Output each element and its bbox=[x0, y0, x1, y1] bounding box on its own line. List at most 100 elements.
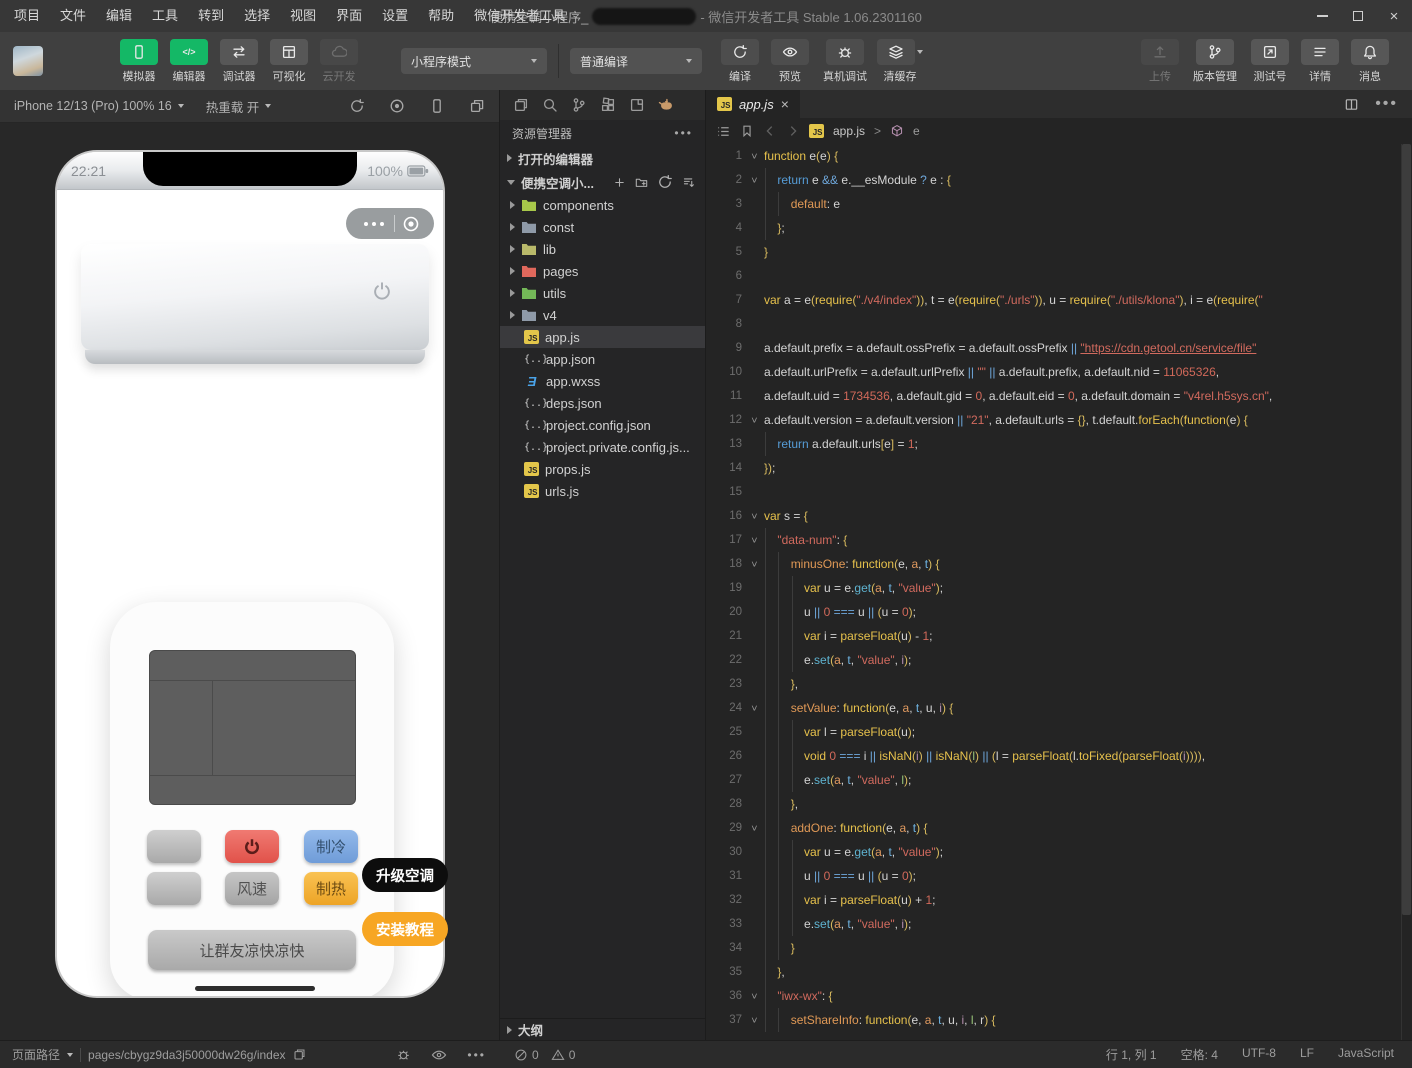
mode-button-编辑器[interactable]: </>编辑器 bbox=[165, 39, 213, 84]
tree-item-project-private-config-js-[interactable]: {..}project.private.config.js... bbox=[500, 436, 705, 458]
collapse-icon[interactable] bbox=[682, 174, 695, 190]
float-button-升级空调[interactable]: 升级空调 bbox=[362, 858, 448, 892]
compile-select[interactable]: 普通编译 bbox=[570, 48, 702, 74]
debug-bug-icon[interactable] bbox=[396, 1047, 411, 1062]
menu-item-6[interactable]: 视图 bbox=[280, 0, 326, 32]
menu-item-1[interactable]: 文件 bbox=[50, 0, 96, 32]
code-line[interactable]: 32 var i = parseFloat(u) + 1; bbox=[706, 888, 1412, 912]
fold-marker[interactable]: > bbox=[742, 816, 764, 840]
code-line[interactable]: 5} bbox=[706, 240, 1412, 264]
code-line[interactable]: 10a.default.urlPrefix = a.default.urlPre… bbox=[706, 360, 1412, 384]
code-line[interactable]: 25 var l = parseFloat(u); bbox=[706, 720, 1412, 744]
code-line[interactable]: 22 e.set(a, t, "value", i); bbox=[706, 648, 1412, 672]
code-line[interactable]: 26 void 0 === i || isNaN(i) || isNaN(l) … bbox=[706, 744, 1412, 768]
open-editors-section[interactable]: 打开的编辑器 bbox=[500, 146, 705, 170]
new-folder-icon[interactable] bbox=[635, 174, 648, 190]
fold-marker[interactable]: > bbox=[742, 168, 764, 192]
tree-item-app-js[interactable]: JSapp.js bbox=[500, 326, 705, 348]
blank-button[interactable] bbox=[147, 830, 201, 863]
action-button-清缓存[interactable]: 清缓存 bbox=[876, 39, 924, 84]
tree-item-lib[interactable]: lib bbox=[500, 238, 705, 260]
phone-icon[interactable] bbox=[429, 98, 445, 114]
code-line[interactable]: 28 }, bbox=[706, 792, 1412, 816]
action-button-编译[interactable]: 编译 bbox=[716, 39, 764, 84]
miniprogram-capsule[interactable] bbox=[346, 208, 434, 239]
tree-item-app-json[interactable]: {..}app.json bbox=[500, 348, 705, 370]
editor-scrollbar[interactable] bbox=[1401, 144, 1412, 1040]
branch-icon[interactable] bbox=[571, 97, 587, 113]
code-line[interactable]: 18> minusOne: function(e, a, t) { bbox=[706, 552, 1412, 576]
code-line[interactable]: 14}); bbox=[706, 456, 1412, 480]
code-line[interactable]: 16>var s = { bbox=[706, 504, 1412, 528]
tree-item-components[interactable]: components bbox=[500, 194, 705, 216]
code-line[interactable]: 8 bbox=[706, 312, 1412, 336]
maximize-button[interactable] bbox=[1340, 0, 1376, 32]
share-button[interactable]: 让群友凉快凉快 bbox=[148, 930, 356, 970]
tree-item-urls-js[interactable]: JSurls.js bbox=[500, 480, 705, 502]
fold-marker[interactable]: > bbox=[742, 552, 764, 576]
refresh-icon[interactable] bbox=[657, 174, 673, 190]
code-line[interactable]: 36> "iwx-wx": { bbox=[706, 984, 1412, 1008]
extensions-icon[interactable] bbox=[600, 97, 616, 113]
tree-item-utils[interactable]: utils bbox=[500, 282, 705, 304]
tree-item-project-config-json[interactable]: {..}project.config.json bbox=[500, 414, 705, 436]
action-button-详情[interactable]: 详情 bbox=[1296, 39, 1344, 84]
code-line[interactable]: 6 bbox=[706, 264, 1412, 288]
window2-icon[interactable] bbox=[629, 97, 645, 113]
code-line[interactable]: 7var a = e(require("./v4/index")), t = e… bbox=[706, 288, 1412, 312]
mode-button-调试器[interactable]: 调试器 bbox=[215, 39, 263, 84]
breadcrumb-file[interactable]: app.js bbox=[833, 124, 865, 138]
device-select[interactable]: iPhone 12/13 (Pro) 100% 16 bbox=[14, 99, 172, 113]
menu-item-0[interactable]: 项目 bbox=[4, 0, 50, 32]
bookmark-icon[interactable] bbox=[740, 124, 754, 138]
status-item-4[interactable]: JavaScript bbox=[1338, 1046, 1394, 1063]
status-item-0[interactable]: 行 1, 列 1 bbox=[1106, 1046, 1157, 1063]
code-line[interactable]: 11a.default.uid = 1734536, a.default.gid… bbox=[706, 384, 1412, 408]
fold-marker[interactable]: > bbox=[742, 504, 764, 528]
eye-icon[interactable] bbox=[431, 1047, 447, 1063]
code-line[interactable]: 13 return a.default.urls[e] = 1; bbox=[706, 432, 1412, 456]
code-line[interactable]: 12>a.default.version = a.default.version… bbox=[706, 408, 1412, 432]
hot-reload-toggle[interactable]: 热重载 开 bbox=[206, 97, 259, 116]
code-line[interactable]: 9a.default.prefix = a.default.ossPrefix … bbox=[706, 336, 1412, 360]
tree-item-v4[interactable]: v4 bbox=[500, 304, 705, 326]
close-button[interactable]: × bbox=[1376, 0, 1412, 32]
fold-marker[interactable]: > bbox=[742, 696, 764, 720]
code-line[interactable]: 27 e.set(a, t, "value", l); bbox=[706, 768, 1412, 792]
windows-icon[interactable] bbox=[469, 98, 485, 114]
blank-button[interactable] bbox=[147, 872, 201, 905]
code-line[interactable]: 24> setValue: function(e, a, t, u, i) { bbox=[706, 696, 1412, 720]
code-line[interactable]: 23 }, bbox=[706, 672, 1412, 696]
menu-item-10[interactable]: 微信开发者工具 bbox=[464, 0, 575, 32]
power-button[interactable] bbox=[225, 830, 279, 863]
code-line[interactable]: 21 var i = parseFloat(u) - 1; bbox=[706, 624, 1412, 648]
code-area[interactable]: 1>function e(e) {2> return e && e.__esMo… bbox=[706, 144, 1412, 1040]
menu-item-4[interactable]: 转到 bbox=[188, 0, 234, 32]
fan-button[interactable]: 风速 bbox=[225, 872, 279, 905]
menu-item-5[interactable]: 选择 bbox=[234, 0, 280, 32]
outline-section[interactable]: 大纲 bbox=[500, 1018, 705, 1040]
code-line[interactable]: 1>function e(e) { bbox=[706, 144, 1412, 168]
mode-button-模拟器[interactable]: 模拟器 bbox=[115, 39, 163, 84]
action-button-版本管理[interactable]: 版本管理 bbox=[1186, 39, 1244, 84]
code-line[interactable]: 30 var u = e.get(a, t, "value"); bbox=[706, 840, 1412, 864]
teapot-icon[interactable] bbox=[658, 97, 675, 113]
code-line[interactable]: 33 e.set(a, t, "value", i); bbox=[706, 912, 1412, 936]
problems-counts[interactable]: 0 0 bbox=[500, 1048, 706, 1062]
code-line[interactable]: 29> addOne: function(e, a, t) { bbox=[706, 816, 1412, 840]
back-arrow-icon[interactable] bbox=[763, 124, 777, 138]
breadcrumb-symbol[interactable]: e bbox=[913, 124, 920, 138]
refresh-icon[interactable] bbox=[349, 98, 365, 114]
mode-select[interactable]: 小程序模式 bbox=[401, 48, 547, 74]
more-dots-icon[interactable]: ••• bbox=[467, 1048, 486, 1062]
new-file-icon[interactable] bbox=[613, 174, 626, 190]
action-button-消息[interactable]: 消息 bbox=[1346, 39, 1394, 84]
fold-marker[interactable]: > bbox=[742, 984, 764, 1008]
search-icon[interactable] bbox=[542, 97, 558, 113]
record-icon[interactable] bbox=[389, 98, 405, 114]
menu-item-9[interactable]: 帮助 bbox=[418, 0, 464, 32]
code-line[interactable]: 20 u || 0 === u || (u = 0); bbox=[706, 600, 1412, 624]
code-line[interactable]: 31 u || 0 === u || (u = 0); bbox=[706, 864, 1412, 888]
editor-more-icon[interactable]: ••• bbox=[1375, 95, 1398, 113]
avatar[interactable] bbox=[13, 46, 43, 76]
